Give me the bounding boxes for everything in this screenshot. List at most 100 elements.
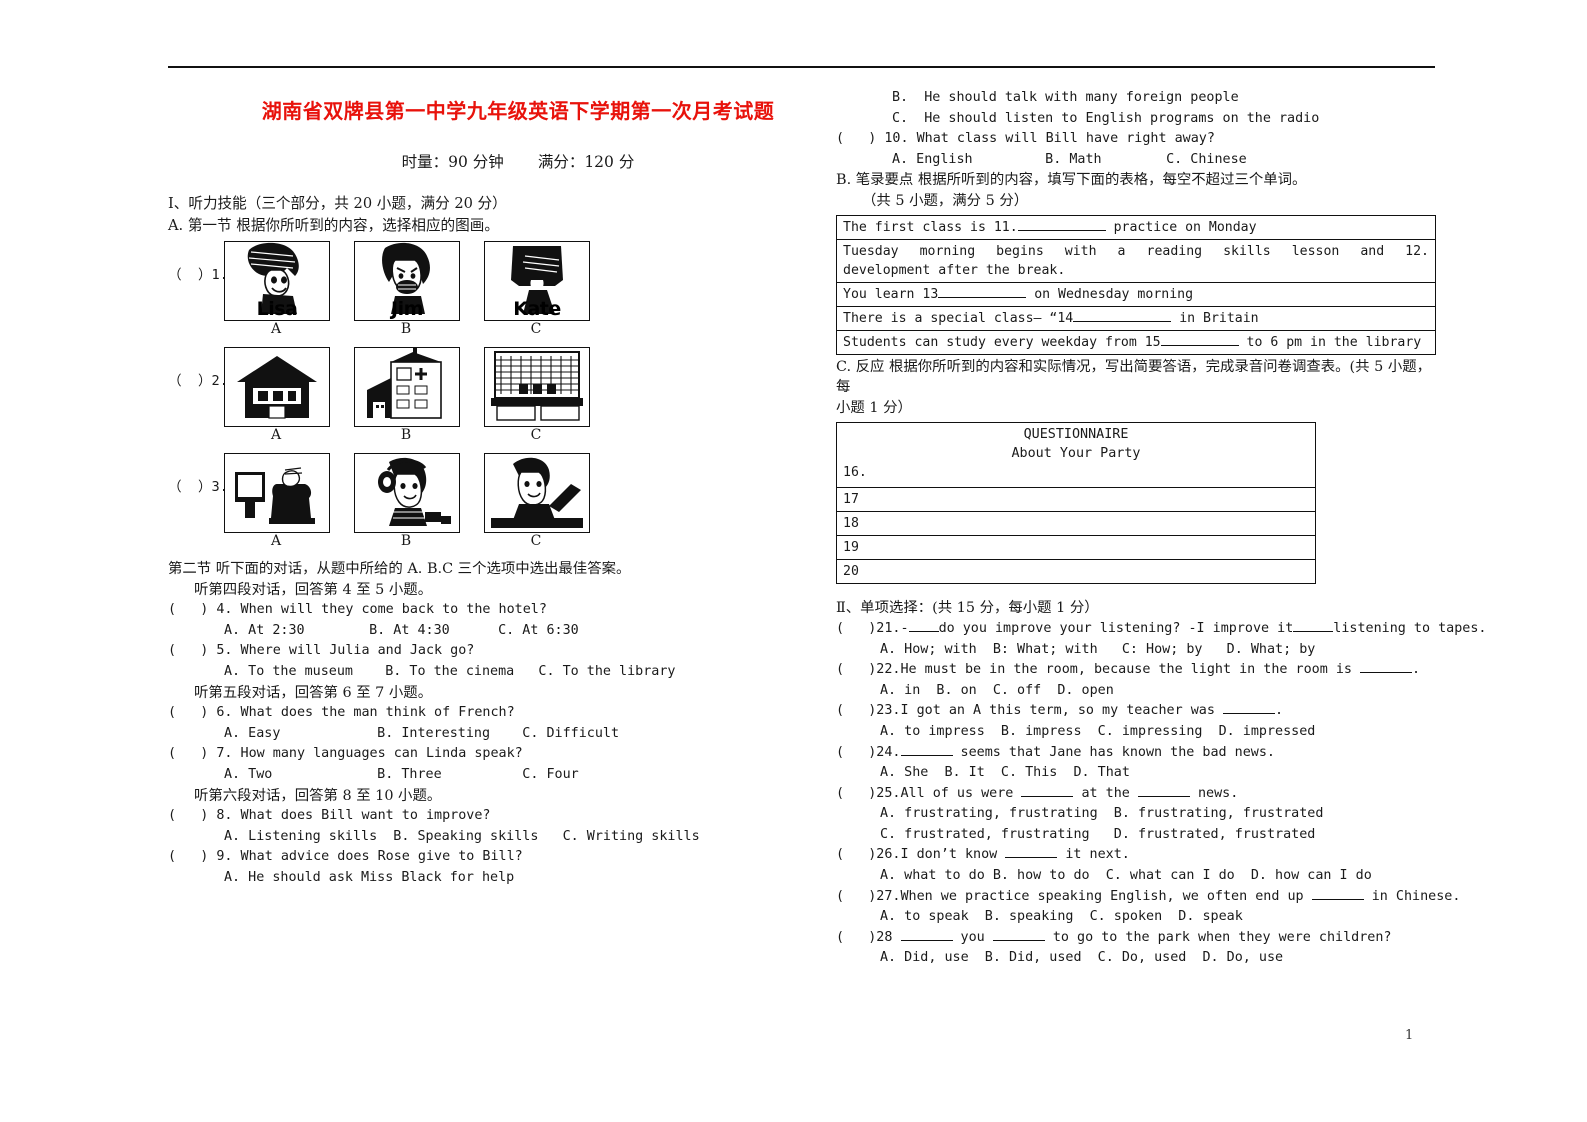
question-25[interactable]: ( )25.All of us were at the news. bbox=[836, 784, 1436, 805]
question-21-options[interactable]: A. How; with B: What; with C: How; by D.… bbox=[836, 640, 1436, 661]
questionnaire-row-20[interactable]: 20 bbox=[836, 559, 1316, 585]
answer-blank-26[interactable] bbox=[1005, 857, 1058, 859]
question-22[interactable]: ( )22.He must be in the room, because th… bbox=[836, 660, 1436, 681]
question-4-stem: When will they come back to the hotel? bbox=[232, 602, 547, 618]
question-24-options[interactable]: A. She B. It C. This D. That bbox=[836, 763, 1436, 784]
dialog-8-10-note: 听第六段对话，回答第 8 至 10 小题。 bbox=[194, 787, 442, 804]
picture-option-1B[interactable]: Jim B bbox=[354, 241, 460, 337]
question-28[interactable]: ( )28 you to go to the park when they we… bbox=[836, 928, 1436, 949]
question-6-options[interactable]: A. Easy B. Interesting C. Difficult bbox=[168, 724, 708, 745]
question-5[interactable]: ( ) 5. Where will Julia and Jack go? bbox=[168, 641, 708, 662]
questionnaire-head-row: QUESTIONNAIRE About Your Party 16. bbox=[836, 422, 1316, 489]
question-6-stem: What does the man think of French? bbox=[232, 705, 515, 721]
notes-12-line2: development after the break. bbox=[843, 262, 1066, 278]
picture-option-3C[interactable]: C bbox=[484, 453, 590, 549]
question-22-stem-b: . bbox=[1412, 662, 1421, 678]
notes-row-14: There is a special class— “14 in Britain bbox=[836, 305, 1436, 331]
question-26-options[interactable]: A. what to do B. how to do C. what can I… bbox=[836, 866, 1436, 887]
question-21-stem-a: - bbox=[900, 620, 909, 636]
notes-12-line1: Tuesday morning begins with a reading sk… bbox=[843, 243, 1429, 259]
answer-blank-27[interactable] bbox=[1311, 898, 1364, 900]
question-26-stem-a: I don’t know bbox=[900, 847, 1006, 863]
question-9-options[interactable]: A. He should ask Miss Black for help bbox=[168, 868, 708, 889]
question-21[interactable]: ( )21.- do you improve your listening? -I… bbox=[836, 619, 1486, 640]
question-4[interactable]: ( ) 4. When will they come back to the h… bbox=[168, 600, 708, 621]
picture-option-2C[interactable]: C bbox=[484, 347, 590, 443]
question-7[interactable]: ( ) 7. How many languages can Linda spea… bbox=[168, 744, 708, 765]
notes-row-13: You learn 13 on Wednesday morning bbox=[836, 281, 1436, 307]
question-5-stem: Where will Julia and Jack go? bbox=[232, 643, 475, 659]
picture-option-3A[interactable]: A bbox=[224, 453, 330, 549]
questionnaire-row-17[interactable]: 17 bbox=[836, 487, 1316, 513]
answer-blank-21a[interactable] bbox=[908, 630, 939, 632]
question-25-options-cd[interactable]: C. frustrated, frustrating D. frustrated… bbox=[836, 825, 1436, 846]
picture-option-3B[interactable]: B bbox=[354, 453, 460, 549]
answer-blank-25b[interactable] bbox=[1137, 795, 1190, 797]
question-7-options[interactable]: A. Two B. Three C. Four bbox=[168, 765, 708, 786]
picture-question-1-marker[interactable]: （ ）1. bbox=[168, 263, 228, 283]
answer-blank-21b[interactable] bbox=[1293, 630, 1334, 632]
picture-option-1C[interactable]: Kate C bbox=[484, 241, 590, 337]
answer-blank-23[interactable] bbox=[1222, 713, 1275, 715]
question-24[interactable]: ( )24. seems that Jane has known the bad… bbox=[836, 743, 1436, 764]
picture-option-letter: B bbox=[400, 427, 412, 443]
question-23[interactable]: ( )23.I got an A this term, so my teache… bbox=[836, 701, 1436, 722]
picture-option-2B[interactable]: B bbox=[354, 347, 460, 443]
picture-option-1A[interactable]: Lisa A bbox=[224, 241, 330, 337]
notes-15-pre: Students can study every weekday from 15 bbox=[843, 334, 1161, 350]
questionnaire-row-19[interactable]: 19 bbox=[836, 535, 1316, 561]
notes-14-pre: There is a special class— “14 bbox=[843, 310, 1074, 326]
time-label: 时量：90 分钟 bbox=[401, 153, 504, 171]
question-10-marker: ( ) 10. bbox=[836, 131, 909, 147]
picture-option-letter: C bbox=[530, 533, 542, 549]
picture-option-letter: A bbox=[270, 427, 282, 443]
notes-13-pre: You learn 13 bbox=[843, 286, 939, 302]
answer-blank-22[interactable] bbox=[1360, 672, 1413, 674]
question-10[interactable]: ( ) 10. What class will Bill have right … bbox=[836, 129, 1436, 150]
question-26[interactable]: ( )26.I don’t know it next. bbox=[836, 845, 1436, 866]
question-24-stem-b: seems that Jane has known the bad news. bbox=[952, 744, 1275, 760]
question-4-options[interactable]: A. At 2:30 B. At 4:30 C. At 6:30 bbox=[168, 621, 708, 642]
question-22-options[interactable]: A. in B. on C. off D. open bbox=[836, 681, 1436, 702]
answer-blank-15[interactable] bbox=[1160, 344, 1239, 346]
question-25-options-ab[interactable]: A. frustrating, frustrating B. frustrati… bbox=[836, 804, 1436, 825]
question-27-options[interactable]: A. to speak B. speaking C. spoken D. spe… bbox=[836, 907, 1436, 928]
question-27[interactable]: ( )27.When we practice speaking English,… bbox=[836, 887, 1460, 908]
question-5-options[interactable]: A. To the museum B. To the cinema C. To … bbox=[168, 662, 708, 683]
answer-blank-11[interactable] bbox=[1017, 229, 1106, 231]
answer-blank-28a[interactable] bbox=[900, 939, 953, 941]
picture-question-3-marker[interactable]: （ ）3. bbox=[168, 475, 228, 495]
question-28-options[interactable]: A. Did, use B. Did, used C. Do, used D. … bbox=[836, 948, 1436, 969]
question-9[interactable]: ( ) 9. What advice does Rose give to Bil… bbox=[168, 847, 708, 868]
header-rule bbox=[168, 66, 1435, 68]
notes-cell-14[interactable]: There is a special class— “14 in Britain bbox=[836, 305, 1436, 331]
question-10-options[interactable]: A. English B. Math C. Chinese bbox=[836, 150, 1436, 171]
right-column: B. He should talk with many foreign peop… bbox=[836, 88, 1486, 969]
questionnaire-row-16[interactable]: 16. bbox=[843, 463, 1309, 482]
answer-blank-25a[interactable] bbox=[1021, 795, 1074, 797]
picture-question-2-marker[interactable]: （ ）2. bbox=[168, 369, 228, 389]
answer-blank-13[interactable] bbox=[938, 296, 1027, 298]
question-23-marker: ( )23. bbox=[836, 703, 901, 719]
question-6[interactable]: ( ) 6. What does the man think of French… bbox=[168, 703, 708, 724]
question-8-options[interactable]: A. Listening skills B. Speaking skills C… bbox=[168, 827, 708, 848]
question-23-options[interactable]: A. to impress B. impress C. impressing D… bbox=[836, 722, 1436, 743]
questionnaire-row-18[interactable]: 18 bbox=[836, 511, 1316, 537]
notes-table: The first class is 11. practice on Monda… bbox=[836, 214, 1436, 355]
answer-blank-24[interactable] bbox=[900, 754, 953, 756]
question-7-marker: ( ) 7. bbox=[168, 746, 233, 762]
question-8[interactable]: ( ) 8. What does Bill want to improve? bbox=[168, 806, 708, 827]
answer-blank-14[interactable] bbox=[1073, 320, 1172, 322]
notes-cell-13[interactable]: You learn 13 on Wednesday morning bbox=[836, 281, 1436, 307]
notes-cell-15[interactable]: Students can study every weekday from 15… bbox=[836, 329, 1436, 355]
notes-cell-11[interactable]: The first class is 11. practice on Monda… bbox=[836, 214, 1436, 240]
score-label: 满分：120 分 bbox=[537, 153, 635, 171]
question-25-stem-a: All of us were bbox=[900, 785, 1022, 801]
picture-option-2A[interactable]: A bbox=[224, 347, 330, 443]
exam-page: 湖南省双牌县第一中学九年级英语下学期第一次月考试题 时量：90 分钟 满分：120… bbox=[0, 0, 1587, 1122]
question-9-option-B[interactable]: B. He should talk with many foreign peop… bbox=[836, 88, 1436, 109]
question-9-option-C[interactable]: C. He should listen to English programs … bbox=[836, 109, 1436, 130]
notes-cell-12[interactable]: Tuesday morning begins with a reading sk… bbox=[836, 238, 1436, 283]
answer-blank-28b[interactable] bbox=[992, 939, 1045, 941]
page-title: 湖南省双牌县第一中学九年级英语下学期第一次月考试题 bbox=[261, 99, 775, 123]
